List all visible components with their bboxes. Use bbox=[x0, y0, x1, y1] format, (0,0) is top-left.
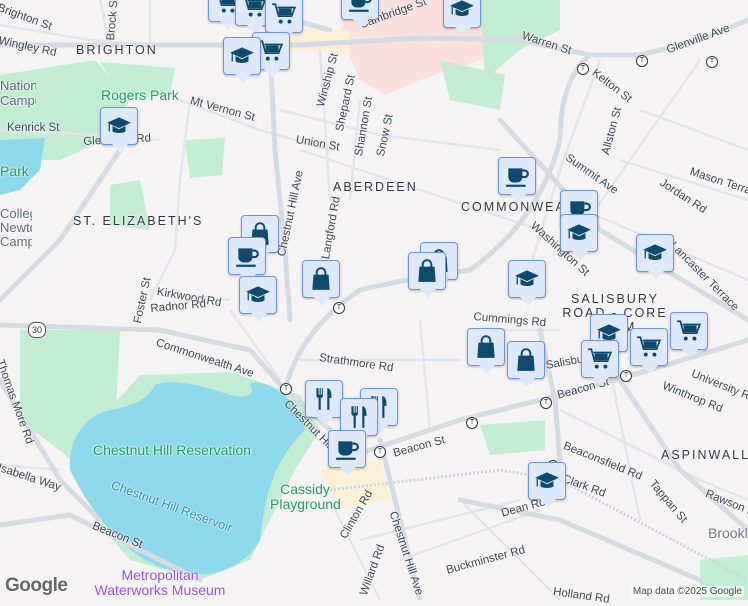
transit-icon[interactable]: T bbox=[577, 63, 589, 75]
school-marker[interactable] bbox=[508, 260, 546, 306]
coffee-cup-icon bbox=[334, 436, 360, 462]
transit-icon[interactable]: T bbox=[540, 397, 552, 409]
transit-icon[interactable]: T bbox=[333, 302, 345, 314]
grocery-marker[interactable] bbox=[581, 340, 619, 386]
cart-icon bbox=[676, 318, 702, 344]
cart-icon bbox=[258, 38, 284, 64]
shop-marker[interactable] bbox=[507, 341, 545, 387]
school-marker[interactable] bbox=[636, 234, 674, 280]
park-label: Rogers Park bbox=[101, 87, 179, 103]
cafe-marker[interactable] bbox=[328, 430, 366, 476]
school-marker[interactable] bbox=[528, 462, 566, 508]
map-attribution[interactable]: Map data ©2025 Google bbox=[630, 586, 744, 597]
cart-icon bbox=[241, 0, 267, 20]
shop-marker[interactable] bbox=[408, 252, 446, 298]
park-label: Park bbox=[0, 163, 29, 179]
transit-icon[interactable]: T bbox=[280, 383, 292, 395]
shop-marker[interactable] bbox=[467, 328, 505, 374]
shop-marker[interactable] bbox=[302, 260, 340, 306]
neighborhood-label: ST. ELIZABETH'S bbox=[73, 214, 204, 228]
neighborhood-label: BRIGHTON bbox=[76, 43, 158, 57]
shopping-bag-icon bbox=[308, 266, 334, 292]
graduation-cap-icon bbox=[642, 240, 668, 266]
shopping-bag-icon bbox=[414, 258, 440, 284]
poi-label: National Campus... bbox=[0, 78, 36, 108]
grocery-marker[interactable] bbox=[265, 0, 303, 41]
cart-icon bbox=[636, 334, 662, 360]
graduation-cap-icon bbox=[229, 43, 255, 69]
graduation-cap-icon bbox=[106, 113, 132, 139]
school-marker[interactable] bbox=[443, 0, 481, 36]
cafe-marker[interactable] bbox=[341, 0, 379, 28]
transit-icon[interactable]: T bbox=[636, 55, 648, 67]
town-label: Brookline bbox=[708, 525, 748, 541]
fork-knife-icon bbox=[346, 404, 372, 430]
cart-icon bbox=[587, 346, 613, 372]
park-label: Cassidy Playground bbox=[270, 481, 341, 512]
shopping-bag-icon bbox=[513, 347, 539, 373]
graduation-cap-icon bbox=[514, 266, 540, 292]
street-label: Kenrick St bbox=[7, 122, 60, 134]
cafe-marker[interactable] bbox=[498, 157, 536, 203]
graduation-cap-icon bbox=[534, 468, 560, 494]
neighborhood-label: ABERDEEN bbox=[333, 180, 418, 194]
coffee-cup-icon bbox=[347, 0, 373, 14]
museum-label: Metropolitan Waterworks Museum bbox=[94, 567, 226, 598]
transit-icon[interactable]: T bbox=[466, 417, 478, 429]
graduation-cap-icon bbox=[245, 282, 271, 308]
school-marker[interactable] bbox=[239, 276, 277, 322]
school-marker[interactable] bbox=[100, 107, 138, 153]
poi-label: College Newton Campus bbox=[0, 207, 32, 249]
neighborhood-label: ASPINWALL bbox=[661, 448, 748, 462]
grocery-marker[interactable] bbox=[630, 328, 668, 374]
restaurant-marker[interactable] bbox=[305, 380, 343, 426]
school-marker[interactable] bbox=[560, 214, 598, 260]
fork-knife-icon bbox=[311, 386, 337, 412]
transit-icon[interactable]: T bbox=[706, 56, 718, 68]
transit-icon[interactable]: T bbox=[620, 370, 632, 382]
school-marker[interactable] bbox=[223, 37, 261, 83]
grocery-marker[interactable] bbox=[670, 312, 708, 358]
route-30-shield: 30 bbox=[28, 322, 46, 338]
google-logo: Google bbox=[5, 575, 68, 596]
park-label: Chestnut Hill Reservation bbox=[93, 442, 251, 458]
cart-icon bbox=[271, 1, 297, 27]
coffee-cup-icon bbox=[234, 243, 260, 269]
transit-icon[interactable]: T bbox=[374, 446, 386, 458]
shopping-bag-icon bbox=[473, 334, 499, 360]
graduation-cap-icon bbox=[449, 0, 475, 22]
coffee-cup-icon bbox=[504, 163, 530, 189]
cafe-marker[interactable] bbox=[228, 237, 266, 283]
graduation-cap-icon bbox=[566, 220, 592, 246]
